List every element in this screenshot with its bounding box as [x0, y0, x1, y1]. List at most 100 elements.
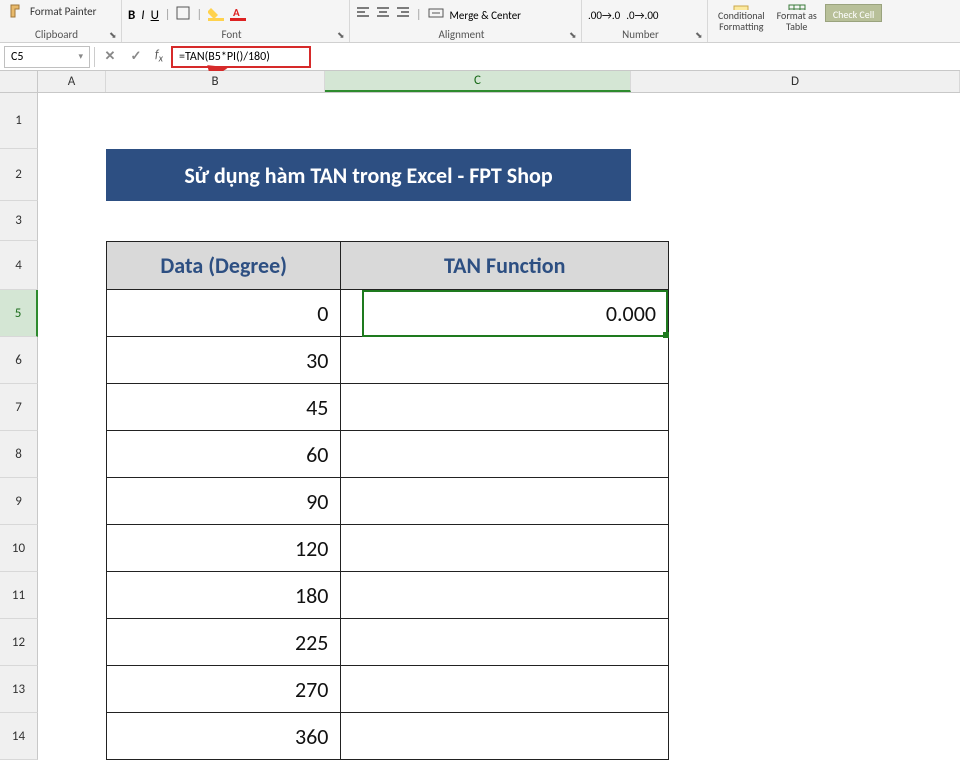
- cell[interactable]: [341, 572, 669, 619]
- underline-icon[interactable]: U: [151, 8, 159, 23]
- header-tan-function: TAN Function: [341, 242, 669, 290]
- cell[interactable]: 0.000: [341, 290, 669, 337]
- table-row: 30: [107, 337, 669, 384]
- row-header[interactable]: 14: [0, 713, 38, 760]
- cell[interactable]: [341, 384, 669, 431]
- expand-icon[interactable]: ⬊: [569, 30, 579, 40]
- table-row: 45: [107, 384, 669, 431]
- formula-bar: C5 ▾ ✕ ✓ fx =TAN(B5*PI()/180): [0, 43, 960, 71]
- table-row: 60: [107, 431, 669, 478]
- row-header[interactable]: 2: [0, 149, 38, 201]
- row-header[interactable]: 7: [0, 384, 38, 431]
- column-header-a[interactable]: A: [38, 71, 106, 92]
- row-header[interactable]: 12: [0, 619, 38, 666]
- cell[interactable]: [341, 713, 669, 760]
- group-label-number: Number: [582, 28, 699, 41]
- cell[interactable]: [341, 337, 669, 384]
- cell[interactable]: 60: [107, 431, 341, 478]
- conditional-formatting-button[interactable]: Conditional Formatting: [714, 4, 769, 32]
- cell[interactable]: 0: [107, 290, 341, 337]
- table-row: 120: [107, 525, 669, 572]
- cell[interactable]: 270: [107, 666, 341, 713]
- ribbon-group-styles: Conditional Formatting Format as Table C…: [708, 0, 958, 42]
- cell[interactable]: 30: [107, 337, 341, 384]
- group-label-clipboard: Clipboard: [0, 28, 113, 41]
- table-row: 00.000: [107, 290, 669, 337]
- cell[interactable]: [341, 525, 669, 572]
- cell[interactable]: 225: [107, 619, 341, 666]
- ribbon-group-clipboard: Format Painter Clipboard ⬊: [0, 0, 122, 42]
- cell[interactable]: [341, 619, 669, 666]
- cell[interactable]: 45: [107, 384, 341, 431]
- expand-icon[interactable]: ⬊: [695, 30, 705, 40]
- row-header[interactable]: 13: [0, 666, 38, 713]
- cell[interactable]: 90: [107, 478, 341, 525]
- font-color-icon[interactable]: A: [230, 5, 246, 25]
- bold-icon[interactable]: B: [128, 8, 135, 23]
- check-cell-style[interactable]: Check Cell: [825, 4, 883, 22]
- align-left-icon[interactable]: [356, 6, 370, 24]
- cell[interactable]: [341, 431, 669, 478]
- expand-icon[interactable]: ⬊: [109, 30, 119, 40]
- spreadsheet: A B C D 1 2 3 4 5 6 7 8 9 10 11 12 13 14…: [0, 71, 960, 781]
- column-header-b[interactable]: B: [106, 71, 325, 92]
- cell[interactable]: 360: [107, 713, 341, 760]
- row-header[interactable]: 4: [0, 241, 38, 290]
- ribbon-group-font: B I U | | A Font ⬊: [122, 0, 350, 42]
- row-header[interactable]: 5: [0, 290, 38, 337]
- row-header[interactable]: 11: [0, 572, 38, 619]
- column-header-c[interactable]: C: [325, 71, 631, 92]
- header-data-degree: Data (Degree): [107, 242, 341, 290]
- chevron-down-icon[interactable]: ▾: [78, 51, 83, 62]
- align-center-icon[interactable]: [376, 6, 390, 24]
- column-headers: A B C D: [0, 71, 960, 93]
- table-row: 360: [107, 713, 669, 760]
- cancel-formula-button[interactable]: ✕: [99, 46, 121, 68]
- column-header-d[interactable]: D: [631, 71, 960, 92]
- format-painter-label: Format Painter: [30, 5, 96, 18]
- expand-icon[interactable]: ⬊: [337, 30, 347, 40]
- row-header[interactable]: 6: [0, 337, 38, 384]
- ribbon-group-number: .00→.0 .0→.00 Number ⬊: [582, 0, 708, 42]
- title-banner: Sử dụng hàm TAN trong Excel - FPT Shop: [106, 149, 631, 201]
- fx-icon[interactable]: fx: [151, 48, 167, 64]
- select-all-corner[interactable]: [0, 71, 38, 92]
- group-label-alignment: Alignment: [350, 28, 573, 41]
- increase-decimal-icon[interactable]: .0→.00: [626, 9, 658, 22]
- align-right-icon[interactable]: [396, 6, 410, 24]
- name-box-value: C5: [11, 50, 23, 64]
- row-header[interactable]: 1: [0, 93, 38, 149]
- ribbon: Format Painter Clipboard ⬊ B I U | | A F…: [0, 0, 960, 43]
- fill-color-icon[interactable]: [208, 5, 224, 25]
- table-row: 180: [107, 572, 669, 619]
- table-row: 225: [107, 619, 669, 666]
- row-header[interactable]: 10: [0, 525, 38, 572]
- merge-center-label[interactable]: Merge & Center: [450, 9, 522, 22]
- cell[interactable]: 120: [107, 525, 341, 572]
- formula-input[interactable]: =TAN(B5*PI()/180): [171, 46, 311, 68]
- merge-center-icon[interactable]: [428, 6, 444, 24]
- format-as-table-button[interactable]: Format as Table: [773, 4, 821, 32]
- name-box[interactable]: C5 ▾: [4, 46, 90, 68]
- row-header[interactable]: 3: [0, 201, 38, 241]
- cell-area[interactable]: Sử dụng hàm TAN trong Excel - FPT Shop D…: [38, 93, 960, 760]
- table-row: 270: [107, 666, 669, 713]
- formula-text: =TAN(B5*PI()/180): [179, 50, 270, 64]
- row-headers: 1 2 3 4 5 6 7 8 9 10 11 12 13 14: [0, 93, 38, 760]
- row-header[interactable]: 8: [0, 431, 38, 478]
- cell[interactable]: [341, 478, 669, 525]
- group-label-font: Font: [122, 28, 341, 41]
- row-header[interactable]: 9: [0, 478, 38, 525]
- cell[interactable]: [341, 666, 669, 713]
- ribbon-group-alignment: | Merge & Center Alignment ⬊: [350, 0, 582, 42]
- svg-text:A: A: [233, 6, 240, 19]
- format-painter-button[interactable]: Format Painter: [6, 2, 115, 20]
- data-table: Data (Degree) TAN Function 00.000 30 45 …: [106, 241, 669, 760]
- table-row: 90: [107, 478, 669, 525]
- border-icon[interactable]: [176, 6, 190, 24]
- cell[interactable]: 180: [107, 572, 341, 619]
- accept-formula-button[interactable]: ✓: [125, 46, 147, 68]
- decrease-decimal-icon[interactable]: .00→.0: [588, 9, 620, 22]
- paintbrush-icon: [8, 2, 26, 20]
- italic-icon[interactable]: I: [141, 8, 144, 23]
